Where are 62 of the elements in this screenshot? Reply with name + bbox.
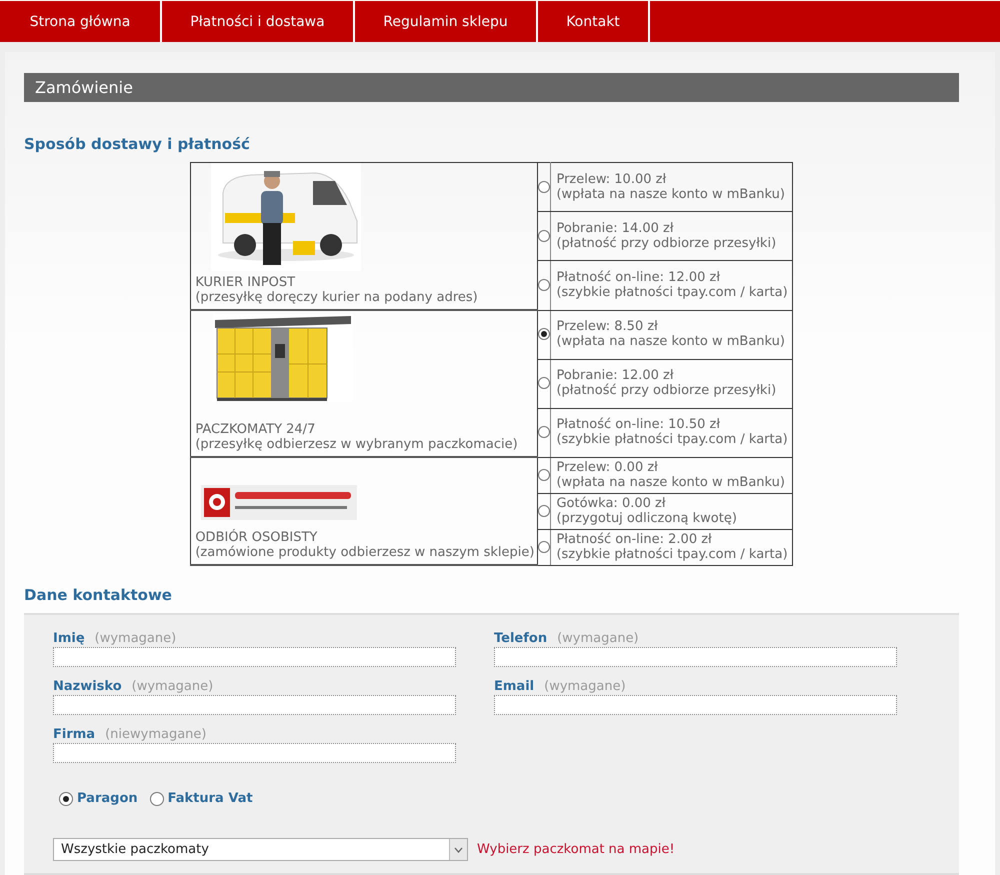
method-name: ODBIÓR OSOBISTY — [195, 530, 318, 545]
input-field[interactable] — [494, 647, 897, 667]
method-description: (zamówione produkty odbierzesz w naszym sklepie) — [195, 545, 534, 560]
option-note: (szybkie płatności tpay.com / karta) — [556, 284, 788, 300]
field-hint: (wymagane) — [557, 631, 639, 646]
radio-button[interactable] — [538, 504, 550, 517]
option-title: Pobranie: 12.00 zł — [556, 368, 675, 383]
section-heading: Sposób dostawy i płatność — [24, 135, 251, 153]
field-label: Nazwisko — [53, 679, 122, 694]
field-hint: (wymagane) — [94, 631, 176, 646]
radio-button[interactable] — [538, 230, 550, 242]
locker-dropdown[interactable]: Wszystkie paczkomaty — [53, 838, 468, 861]
option-note: (przygotuj odliczoną kwotę) — [556, 510, 738, 526]
radio-button[interactable] — [150, 792, 164, 806]
option-title: Przelew: 10.00 zł — [556, 172, 668, 187]
field-label: Telefon — [494, 631, 548, 646]
radio-button[interactable] — [538, 328, 550, 340]
radio-button[interactable] — [538, 377, 550, 390]
nav-link[interactable]: Strona główna — [0, 1, 162, 42]
option-note: (szybkie płatności tpay.com / karta) — [556, 546, 788, 562]
radio-label: Paragon — [77, 791, 138, 806]
nav-link[interactable]: Płatności i dostawa — [162, 1, 355, 42]
option-note: (szybkie płatności tpay.com / karta) — [556, 432, 788, 447]
section-header: Zamówienie — [24, 73, 959, 102]
option-note: (wpłata na nasze konto w mBanku) — [556, 474, 786, 490]
option-title: Płatność on-line: 12.00 zł — [556, 270, 722, 285]
field-hint: (niewymagane) — [105, 727, 206, 742]
nav-link[interactable]: Kontakt — [538, 1, 650, 42]
radio-button[interactable] — [538, 181, 550, 194]
radio-label: Faktura Vat — [168, 791, 253, 806]
option-title: Płatność on-line: 10.50 zł — [556, 417, 722, 432]
option-note: (płatność przy odbiorze przesyłki) — [556, 383, 778, 398]
input-field[interactable] — [53, 743, 456, 763]
field-hint: (wymagane) — [544, 679, 626, 694]
nav-link[interactable]: Regulamin sklepu — [355, 1, 538, 42]
option-note: (wpłata na nasze konto w mBanku) — [556, 186, 786, 202]
method-description: (przesyłkę odbierzesz w wybranym paczkomacie) — [195, 437, 519, 452]
input-field[interactable] — [494, 695, 897, 715]
field-label: Imię — [53, 631, 85, 646]
option-note: (płatność przy odbiorze przesyłki) — [556, 236, 778, 251]
radio-button[interactable] — [538, 468, 550, 481]
section-heading: Dane kontaktowe — [24, 586, 173, 604]
field-label: Firma — [53, 727, 96, 742]
radio-button[interactable] — [538, 426, 550, 438]
option-note: (wpłata na nasze konto w mBanku) — [556, 334, 786, 349]
radio-button[interactable] — [538, 540, 550, 553]
method-name: PACZKOMATY 24/7 — [195, 422, 316, 437]
chevron-down-icon — [454, 846, 463, 852]
option-title: Przelew: 0.00 zł — [556, 460, 659, 474]
method-name: KURIER INPOST — [195, 275, 296, 290]
method-description: (przesyłkę doręczy kurier na podany adres) — [195, 290, 479, 305]
input-field[interactable] — [53, 695, 456, 715]
map-hint: Wybierz paczkomat na mapie! — [477, 842, 675, 857]
option-title: Przelew: 8.50 zł — [556, 319, 659, 334]
option-title: Płatność on-line: 2.00 zł — [556, 532, 713, 546]
input-field[interactable] — [53, 647, 456, 667]
option-title: Gotówka: 0.00 zł — [556, 496, 667, 510]
radio-button[interactable] — [59, 792, 73, 806]
field-label: Email — [494, 679, 534, 694]
radio-button[interactable] — [538, 279, 550, 292]
field-hint: (wymagane) — [132, 679, 214, 694]
option-title: Pobranie: 14.00 zł — [556, 220, 675, 236]
